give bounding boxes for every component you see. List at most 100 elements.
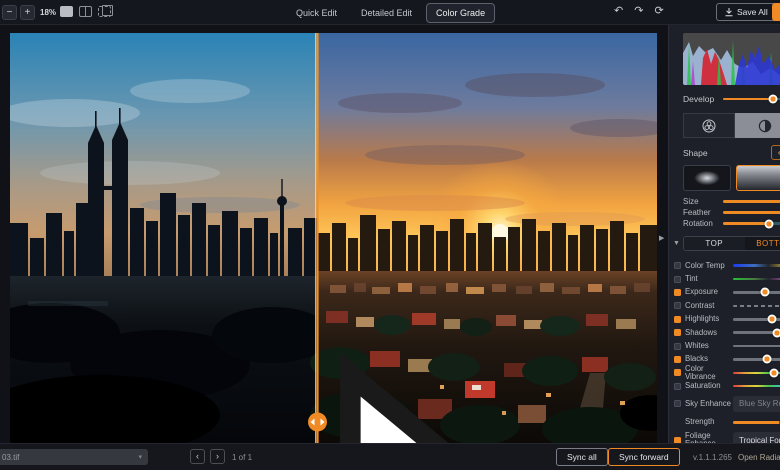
adjustment-slider-track[interactable] [733,291,780,294]
adjustment-row: Color Vibrance [674,366,780,379]
radial-shape-thumb[interactable] [683,165,731,191]
adjustment-slider-track[interactable] [733,372,780,375]
view-mode-group [60,6,111,17]
adjustment-row: Color Temp [674,259,780,272]
tab-gradient-mask[interactable] [735,113,780,138]
side-by-side-view-icon[interactable] [98,6,111,17]
tab-detailed-edit[interactable]: Detailed Edit [351,3,422,23]
zone-tab-top[interactable]: TOP [684,237,745,250]
previous-image-button[interactable]: ‹ [190,449,205,464]
history-group: ↶ ↷ ⟳ [614,4,664,17]
split-divider[interactable] [315,33,319,443]
foreground-after [310,271,657,443]
zoom-out-button[interactable]: − [2,5,17,20]
split-handle[interactable] [308,413,327,432]
strength-slider[interactable] [733,421,780,424]
develop-slider-knob[interactable] [769,95,778,104]
linear-shape-thumb[interactable] [736,165,780,191]
shape-slider-label: Feather [683,208,723,217]
shape-label: Shape [683,148,771,158]
adjustment-slider-track[interactable] [733,358,780,361]
shape-slider-track[interactable] [723,222,780,225]
adjustment-label: Shadows [685,329,733,337]
zoom-level: 18% [40,8,56,17]
adjustment-label: Contrast [685,302,733,310]
shape-slider-label: Size [683,197,723,206]
adjustment-row: Tint [674,272,780,285]
adjustment-checkbox[interactable] [674,343,681,350]
shape-slider-track[interactable] [723,211,780,214]
color-wheel-icon [702,119,716,133]
undo-icon[interactable]: ↶ [614,4,623,17]
tab-color-grade[interactable]: Color Grade [426,3,495,23]
shape-slider-knob[interactable] [765,219,774,228]
adjustment-label: Color Vibrance [685,365,733,381]
save-all-button[interactable]: Save All [716,3,777,21]
adjustment-slider-knob[interactable] [768,315,777,324]
adjustment-row: Whites [674,339,780,352]
adjustment-slider-track[interactable] [733,264,780,267]
adjustment-checkbox[interactable] [674,369,681,376]
shape-slider-row: Rotation [683,218,780,229]
file-dropdown[interactable]: 03.tif ▾ [0,449,148,465]
sky-enhance-checkbox[interactable] [674,400,681,407]
place-button[interactable]: ◈ Place [771,145,780,160]
adjustment-slider-knob[interactable] [760,288,769,297]
zone-tab-bottom[interactable]: BOTTOM [745,237,780,250]
adjustment-slider-knob[interactable] [770,368,779,377]
shape-header: Shape ◈ Place [683,145,780,160]
shape-slider-row: Feather [683,207,780,218]
strength-row: Strength [685,416,780,429]
adjustment-slider-knob[interactable] [773,328,780,337]
adjustment-checkbox[interactable] [674,316,681,323]
develop-slider[interactable] [723,98,780,101]
sky-enhance-dropdown[interactable]: Blue Sky Royal [733,396,780,412]
shape-slider-row: Size [683,196,780,207]
adjustment-label: Color Temp [685,262,733,270]
adjustment-checkbox[interactable] [674,289,681,296]
adjustment-slider-track[interactable] [733,278,780,281]
adjustment-row: Saturation [674,380,780,393]
collapse-caret-icon[interactable]: ▼ [673,240,683,247]
adjustment-slider-track[interactable] [733,385,780,388]
adjustment-label: Highlights [685,315,733,323]
save-all-label: Save All [737,7,768,17]
split-view-icon[interactable] [79,6,92,17]
photo-scene [10,33,657,443]
adjustment-checkbox[interactable] [674,276,681,283]
adjustment-checkbox[interactable] [674,383,681,390]
adjustment-checkbox[interactable] [674,356,681,363]
edit-mode-tabs: Quick EditDetailed EditColor Grade [286,3,495,23]
adjustment-slider-track[interactable] [733,345,780,348]
redo-icon[interactable]: ↷ [634,4,643,17]
adjustment-sliders: Color Temp Tint Exposure Contrast Highli… [674,259,780,393]
next-image-button[interactable]: › [210,449,225,464]
sync-all-button[interactable]: Sync all [556,448,608,466]
adjustment-label: Tint [685,275,733,283]
adjustment-slider-track[interactable] [733,305,780,308]
sky-enhance-row: Sky Enhance Blue Sky Royal [674,396,780,412]
zone-tabs: TOPBOTTOM [683,236,780,251]
version-label: v.1.1.1.265 [693,453,732,462]
adjustment-checkbox[interactable] [674,262,681,269]
adjustment-slider-knob[interactable] [763,355,772,364]
develop-label: Develop [683,94,723,104]
panel-collapse-arrow-icon[interactable]: ▶ [659,234,664,242]
reset-icon[interactable]: ⟳ [654,4,663,17]
tab-quick-edit[interactable]: Quick Edit [286,3,347,23]
top-toolbar: − + 18% Quick EditDetailed EditColor Gra… [0,0,780,25]
adjustment-row: Shadows [674,326,780,339]
accent-button[interactable] [772,3,780,21]
adjustment-checkbox[interactable] [674,302,681,309]
sync-forward-button[interactable]: Sync forward [608,448,680,466]
adjustment-slider-track[interactable] [733,331,780,334]
tab-color-wheel[interactable] [683,113,735,138]
photo-canvas[interactable] [10,33,657,443]
shape-slider-track[interactable] [723,200,780,203]
strength-label: Strength [685,418,733,426]
single-view-icon[interactable] [60,6,73,17]
adjustment-slider-track[interactable] [733,318,780,321]
tool-tabs [683,113,780,138]
adjustment-checkbox[interactable] [674,329,681,336]
zoom-in-button[interactable]: + [20,5,35,20]
